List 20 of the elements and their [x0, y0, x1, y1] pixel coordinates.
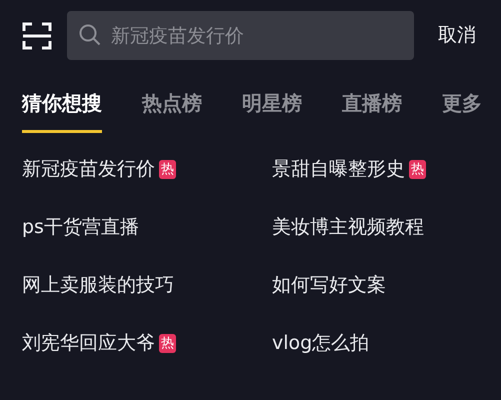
search-icon — [79, 24, 101, 46]
suggestion-link[interactable]: 网上卖服装的技巧 — [22, 271, 174, 299]
tab[interactable]: 猜你想搜 — [22, 88, 102, 133]
tab[interactable]: 热点榜 — [142, 88, 202, 133]
scan-icon[interactable] — [22, 20, 52, 50]
suggestion-link[interactable]: ps干货营直播 — [22, 213, 139, 241]
suggestion-link[interactable]: 刘宪华回应大爷 — [22, 329, 155, 357]
hot-badge: 热 — [159, 334, 176, 352]
search-field[interactable]: 新冠疫苗发行价 — [67, 11, 414, 60]
suggestion-link[interactable]: 新冠疫苗发行价 — [22, 155, 155, 183]
suggestion-link[interactable]: 如何写好文案 — [272, 271, 386, 299]
tab[interactable]: 明星榜 — [242, 88, 302, 133]
cancel-button[interactable]: 取消 — [438, 21, 476, 50]
suggestion-link[interactable]: vlog怎么拍 — [272, 329, 370, 357]
tab[interactable]: 直播榜 — [342, 88, 402, 133]
hot-badge: 热 — [409, 160, 426, 178]
suggestion-link[interactable]: 景甜自曝整形史 — [272, 155, 405, 183]
hot-badge: 热 — [159, 160, 176, 178]
suggestion-link[interactable]: 美妆博主视频教程 — [272, 213, 424, 241]
tab[interactable]: 更多 — [442, 88, 482, 133]
